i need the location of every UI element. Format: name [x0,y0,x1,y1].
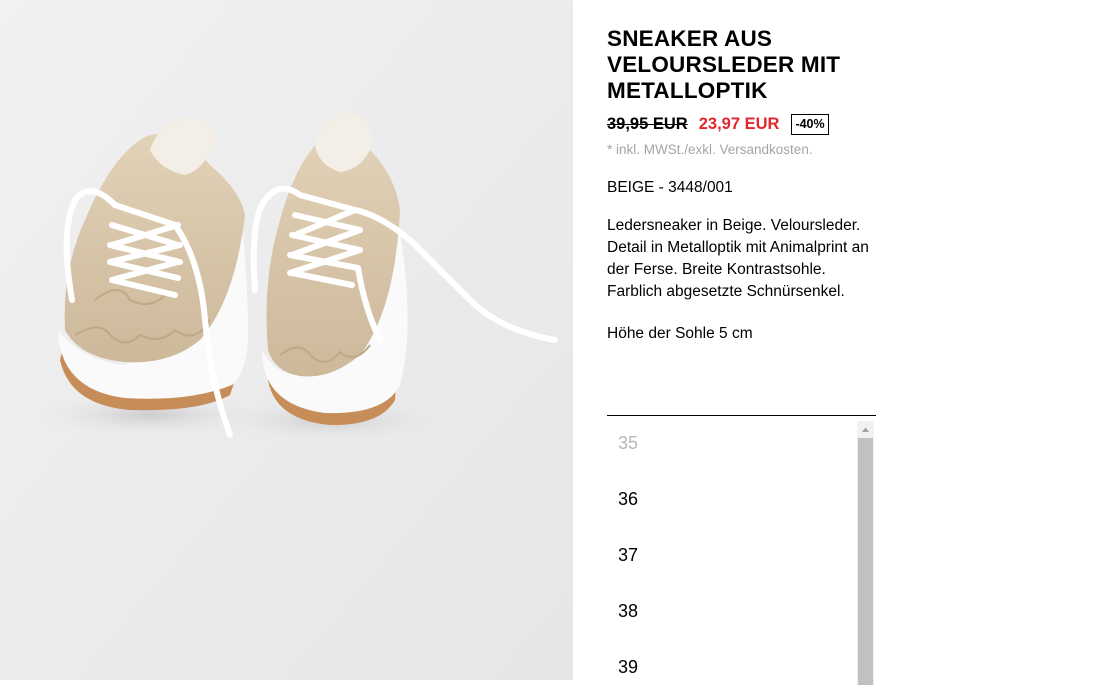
sole-height: Höhe der Sohle 5 cm [607,325,753,342]
size-list: 35 36 37 38 39 [607,416,855,685]
product-title: SNEAKER AUS VELOURSLEDER MIT METALLOPTIK [607,26,841,103]
sale-price: 23,97 EUR [698,114,780,133]
size-option-35[interactable]: 35 [607,416,855,471]
price-row: 39,95 EUR 23,97 EUR -40% [607,112,882,136]
size-option-39[interactable]: 39 [607,640,855,685]
size-option-38[interactable]: 38 [607,584,855,639]
product-page: SNEAKER AUS VELOURSLEDER MIT METALLOPTIK… [0,0,1099,685]
scroll-thumb[interactable] [858,438,873,685]
product-image[interactable] [0,0,573,680]
size-option-37[interactable]: 37 [607,528,855,583]
color-reference: BEIGE - 3448/001 [607,179,733,196]
tax-note: * inkl. MWSt./exkl. Versandkosten. [607,142,813,157]
old-price: 39,95 EUR [607,114,688,133]
size-list-scrollbar[interactable] [857,421,874,685]
discount-badge: -40% [791,113,829,135]
size-selector[interactable]: 35 36 37 38 39 [607,415,876,685]
product-info: SNEAKER AUS VELOURSLEDER MIT METALLOPTIK… [607,26,882,343]
sneaker-photo [0,0,573,680]
scroll-up-icon[interactable] [857,421,874,438]
product-description: Ledersneaker in Beige. Veloursleder. Det… [607,217,869,300]
size-option-36[interactable]: 36 [607,472,855,527]
